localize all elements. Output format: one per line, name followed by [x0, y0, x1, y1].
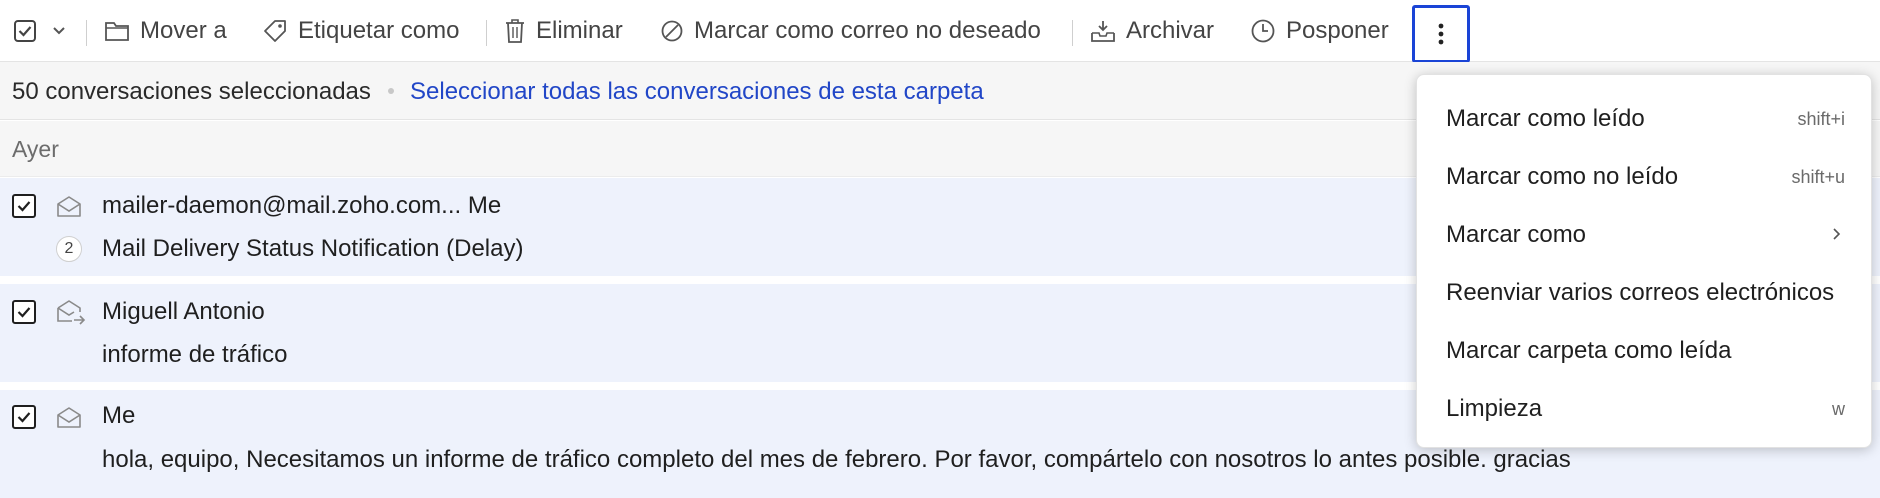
check-icon	[17, 201, 31, 212]
tag-as-button[interactable]: Etiquetar como	[262, 10, 459, 52]
archive-label: Archivar	[1126, 17, 1215, 44]
trash-icon	[506, 19, 524, 43]
menu-item-label: Limpieza	[1446, 395, 1543, 422]
row-checkbox[interactable]	[12, 194, 36, 218]
tag-as-label: Etiquetar como	[298, 17, 460, 44]
menu-item-shortcut: shift+u	[1791, 167, 1845, 187]
row-checkbox[interactable]	[12, 300, 36, 324]
more-vertical-icon	[1438, 23, 1444, 45]
move-to-button[interactable]: Mover a	[104, 10, 227, 52]
menu-item-mark-folder-read[interactable]: Marcar carpeta como leída	[1417, 323, 1873, 379]
separator-dot	[388, 88, 394, 94]
menu-item-label: Marcar como no leído	[1446, 163, 1679, 190]
envelope-open-icon	[57, 407, 81, 428]
menu-item-label: Reenviar varios correos electrónicos	[1446, 279, 1835, 306]
menu-item-forward-multiple[interactable]: Reenviar varios correos electrónicos	[1417, 265, 1873, 321]
toolbar-divider	[486, 20, 487, 46]
snooze-label: Posponer	[1286, 17, 1389, 44]
select-all-checkbox[interactable]	[14, 10, 36, 52]
mail-sender: Me	[102, 402, 136, 429]
menu-item-label: Marcar carpeta como leída	[1446, 337, 1732, 364]
more-actions-menu: Marcar como leído shift+i Marcar como no…	[1416, 74, 1872, 448]
thread-count-badge: 2	[56, 236, 82, 262]
toolbar: Mover a Etiquetar como Eliminar Marcar c…	[0, 0, 1880, 63]
move-to-label: Mover a	[140, 17, 227, 44]
envelope-open-icon	[57, 196, 81, 217]
mail-subject: Mail Delivery Status Notification (Delay…	[102, 235, 524, 262]
menu-item-label: Marcar como	[1446, 221, 1587, 248]
toolbar-divider	[86, 20, 87, 46]
block-icon	[661, 20, 683, 42]
mail-sender: mailer-daemon@mail.zoho.com... Me	[102, 192, 502, 219]
envelope-forward-icon	[57, 300, 86, 325]
menu-item-label: Marcar como leído	[1446, 105, 1645, 132]
mail-subject: hola, equipo, Necesitamos un informe de …	[102, 446, 1571, 473]
mail-subject: informe de tráfico	[102, 341, 288, 368]
delete-label: Eliminar	[536, 17, 623, 44]
clock-icon	[1251, 19, 1275, 43]
selection-count: 50 conversaciones seleccionadas	[12, 78, 371, 105]
more-actions-button[interactable]	[1412, 5, 1470, 63]
menu-item-shortcut: shift+i	[1797, 109, 1845, 129]
menu-item-mark-unread[interactable]: Marcar como no leído shift+u	[1417, 149, 1873, 205]
chevron-down-icon	[53, 27, 65, 35]
archive-icon	[1091, 21, 1115, 42]
check-icon	[17, 412, 31, 423]
delete-button[interactable]: Eliminar	[504, 10, 623, 52]
folder-icon	[105, 22, 129, 41]
menu-item-mark-read[interactable]: Marcar como leído shift+i	[1417, 91, 1873, 147]
menu-item-shortcut: w	[1832, 399, 1845, 419]
snooze-button[interactable]: Posponer	[1250, 10, 1389, 52]
mark-spam-label: Marcar como correo no deseado	[694, 17, 1041, 44]
menu-item-cleanup[interactable]: Limpieza w	[1417, 381, 1873, 437]
select-all-conversations-link[interactable]: Seleccionar todas las conversaciones de …	[410, 78, 984, 106]
select-dropdown-button[interactable]	[52, 10, 66, 52]
date-group-label: Ayer	[12, 136, 59, 162]
mark-spam-button[interactable]: Marcar como correo no deseado	[660, 10, 1041, 52]
checkbox-checked-icon	[14, 20, 36, 42]
archive-button[interactable]: Archivar	[1090, 10, 1214, 52]
mail-sender: Miguell Antonio	[102, 298, 265, 325]
tag-icon	[264, 20, 286, 42]
menu-item-mark-as[interactable]: Marcar como	[1417, 207, 1873, 263]
chevron-right-icon	[1833, 228, 1841, 240]
toolbar-divider	[1072, 20, 1073, 46]
row-checkbox[interactable]	[12, 405, 36, 429]
check-icon	[17, 307, 31, 318]
